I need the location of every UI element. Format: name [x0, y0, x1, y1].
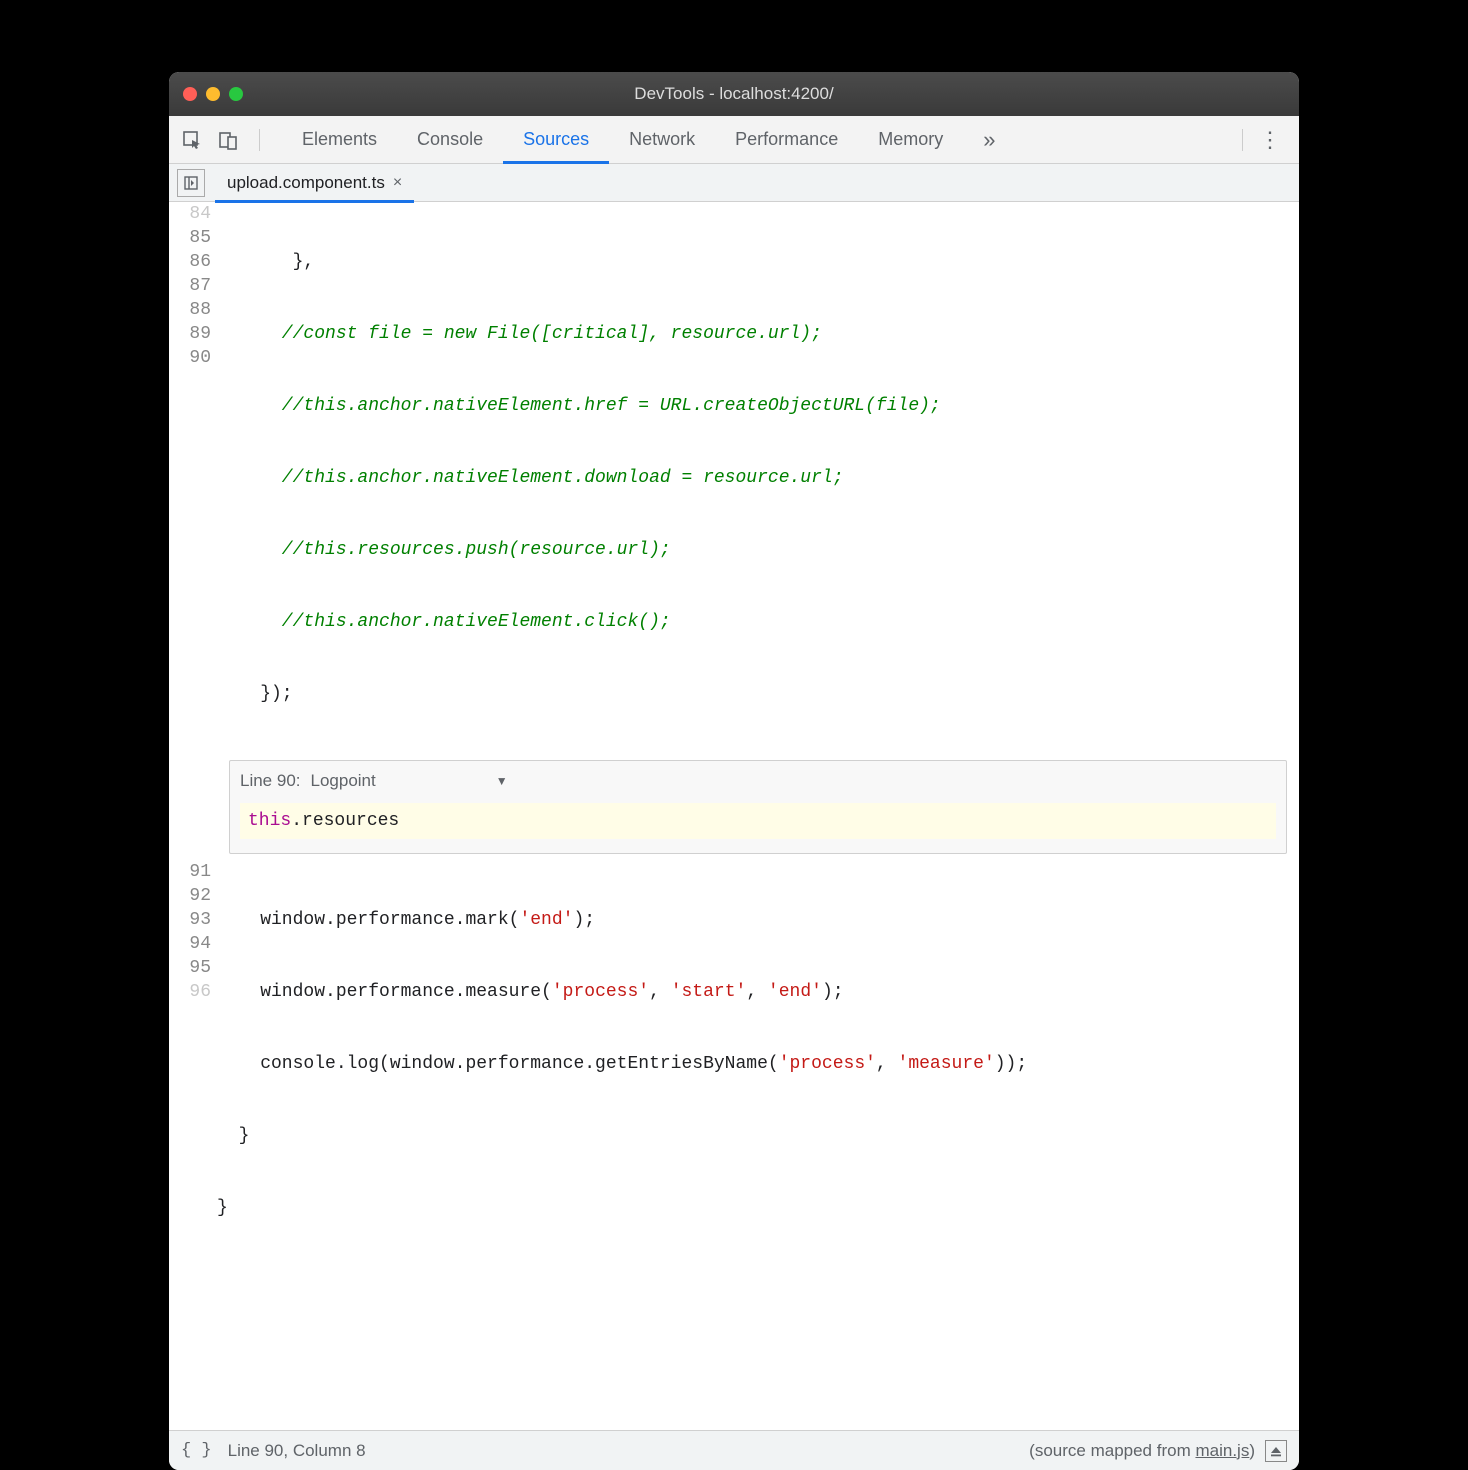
panel-tabs: Elements Console Sources Network Perform… [282, 116, 1015, 164]
line-number[interactable]: 84 [169, 202, 211, 226]
editor-statusbar: { } Line 90, Column 8 (source mapped fro… [169, 1430, 1299, 1470]
device-toolbar-icon[interactable] [215, 127, 241, 153]
code-line: //this.anchor.nativeElement.href = URL.c… [217, 394, 1299, 418]
tab-network[interactable]: Network [609, 116, 715, 164]
line-number[interactable]: 95 [169, 956, 211, 980]
maximize-window-button[interactable] [229, 87, 243, 101]
cursor-position: Line 90, Column 8 [228, 1441, 366, 1461]
code-line: //this.resources.push(resource.url); [217, 538, 1299, 562]
toolbar-separator [1242, 129, 1243, 151]
toolbar-separator [259, 129, 260, 151]
inspect-element-icon[interactable] [179, 127, 205, 153]
source-mapped-label: (source mapped from main.js) [1029, 1441, 1255, 1461]
code-line: //this.anchor.nativeElement.click(); [217, 610, 1299, 634]
code-line: window.performance.mark('end'); [217, 908, 1299, 932]
source-map-link[interactable]: main.js [1195, 1441, 1249, 1460]
close-window-button[interactable] [183, 87, 197, 101]
pretty-print-icon[interactable]: { } [181, 1441, 212, 1460]
code-line [217, 1268, 1299, 1292]
line-number[interactable]: 91 [169, 860, 211, 884]
line-number[interactable]: 94 [169, 932, 211, 956]
code-content[interactable]: }, //const file = new File([critical], r… [217, 202, 1299, 754]
tabs-overflow-button[interactable]: » [963, 127, 1015, 153]
breakpoint-inline-editor: Line 90: Logpoint ▼ this.resources [229, 760, 1287, 854]
code-content[interactable]: window.performance.mark('end'); window.p… [217, 860, 1299, 1340]
code-line: } [217, 1124, 1299, 1148]
chevron-down-icon: ▼ [496, 769, 508, 793]
code-line: }); [217, 682, 1299, 706]
window-title: DevTools - localhost:4200/ [169, 84, 1299, 104]
code-line: //const file = new File([critical], reso… [217, 322, 1299, 346]
line-number[interactable]: 86 [169, 250, 211, 274]
devtools-window: DevTools - localhost:4200/ Elements Cons… [169, 72, 1299, 1470]
settings-menu-button[interactable]: ⋮ [1251, 127, 1289, 153]
line-gutter[interactable]: 84 85 86 87 88 89 90 [169, 202, 217, 754]
close-tab-icon[interactable]: × [393, 174, 402, 192]
line-number[interactable]: 92 [169, 884, 211, 908]
code-line: window.performance.measure('process', 's… [217, 980, 1299, 1004]
minimize-window-button[interactable] [206, 87, 220, 101]
code-line: console.log(window.performance.getEntrie… [217, 1052, 1299, 1076]
line-number[interactable]: 90 [169, 346, 211, 370]
line-number[interactable]: 85 [169, 226, 211, 250]
line-number[interactable]: 88 [169, 298, 211, 322]
show-navigator-button[interactable] [177, 169, 205, 197]
file-tab[interactable]: upload.component.ts × [215, 164, 414, 202]
code-editor[interactable]: 84 85 86 87 88 89 90 }, //const file = n… [169, 202, 1299, 1430]
code-line: //this.anchor.nativeElement.download = r… [217, 466, 1299, 490]
file-tab-name: upload.component.ts [227, 173, 385, 193]
tab-performance[interactable]: Performance [715, 116, 858, 164]
tab-memory[interactable]: Memory [858, 116, 963, 164]
code-line: }, [217, 250, 1299, 274]
breakpoint-type-select[interactable]: Logpoint ▼ [311, 769, 508, 793]
line-number[interactable]: 89 [169, 322, 211, 346]
traffic-lights [183, 87, 243, 101]
line-number[interactable]: 93 [169, 908, 211, 932]
breakpoint-type-label: Logpoint [311, 769, 376, 793]
logpoint-expression-input[interactable]: this.resources [240, 803, 1276, 839]
line-number[interactable]: 96 [169, 980, 211, 1004]
window-titlebar: DevTools - localhost:4200/ [169, 72, 1299, 116]
line-gutter[interactable]: 91 92 93 94 95 96 [169, 860, 217, 1340]
logpoint-line-label: Line 90: [240, 769, 301, 793]
tab-sources[interactable]: Sources [503, 116, 609, 164]
show-drawer-icon[interactable] [1265, 1440, 1287, 1462]
tab-console[interactable]: Console [397, 116, 503, 164]
file-tab-bar: upload.component.ts × [169, 164, 1299, 202]
devtools-toolbar: Elements Console Sources Network Perform… [169, 116, 1299, 164]
line-number[interactable]: 87 [169, 274, 211, 298]
tab-elements[interactable]: Elements [282, 116, 397, 164]
code-line: } [217, 1196, 1299, 1220]
